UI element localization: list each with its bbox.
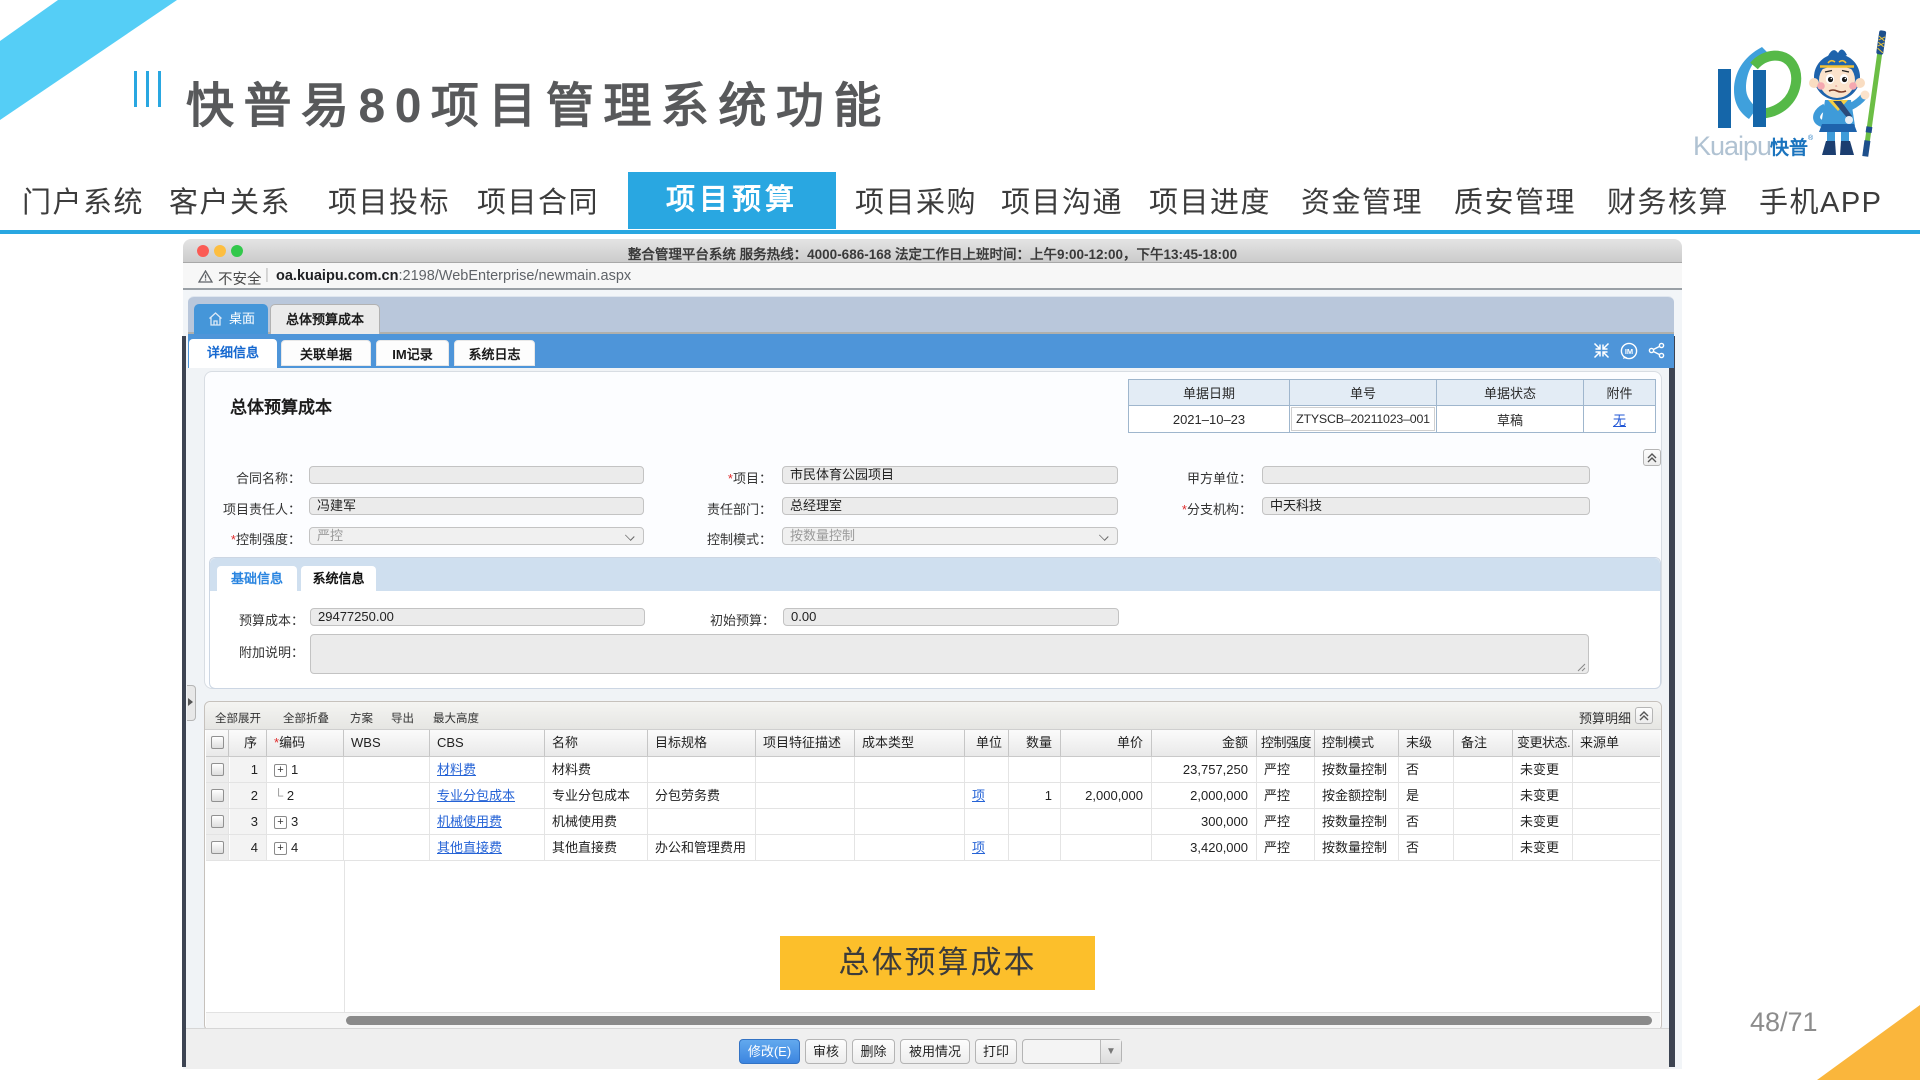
svg-text:®: ® [1808,134,1814,142]
svg-text:快普: 快普 [1770,136,1808,159]
svg-text:IM: IM [1625,347,1633,356]
svg-text:Kuaipu: Kuaipu [1693,131,1771,161]
